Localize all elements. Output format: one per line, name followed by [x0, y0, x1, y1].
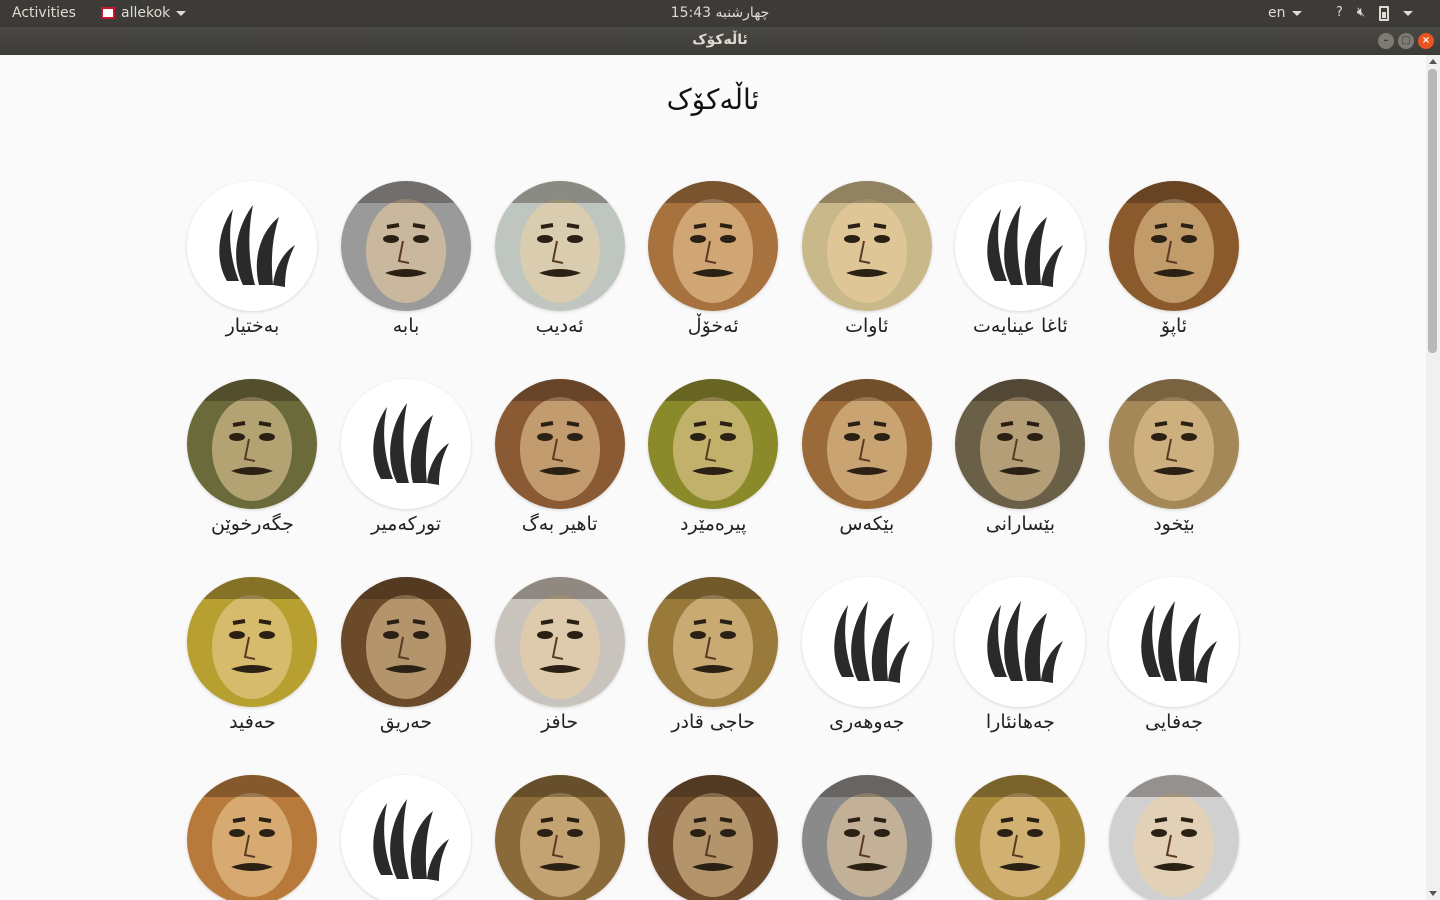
poet-portrait[interactable]: [955, 379, 1086, 509]
poet-name[interactable]: ئەدیب: [475, 315, 645, 337]
window-title: ئاڵەکۆک: [692, 32, 748, 48]
poet-portrait[interactable]: [1109, 379, 1239, 509]
poet-portrait[interactable]: [648, 577, 779, 707]
poet-portrait[interactable]: [648, 775, 779, 900]
main-content: ئاڵەکۆک ئاپۆ ئاغا عینایەت ئاوات ئەخۆڵ ئەدیب ب…: [0, 55, 1426, 900]
help-icon[interactable]: ?: [1336, 5, 1343, 21]
close-button[interactable]: ×: [1418, 33, 1434, 49]
poet-name[interactable]: بابە: [321, 315, 491, 337]
poet-name[interactable]: جەفایی: [1089, 711, 1259, 733]
poet-name[interactable]: جەهانئارا: [935, 711, 1105, 733]
poet-portrait[interactable]: [494, 577, 625, 707]
system-indicators[interactable]: ? 🔇︎: [1336, 5, 1414, 21]
top-panel: Activities allekok چهارشنبه 15:43 en ? 🔇…: [0, 0, 1440, 27]
poet-portrait[interactable]: [187, 775, 318, 900]
poet-portrait[interactable]: [801, 379, 932, 509]
poet-name[interactable]: حافز: [475, 711, 645, 733]
window-controls: – □ ×: [1378, 33, 1434, 49]
poet-portrait[interactable]: [1109, 775, 1239, 900]
poet-name[interactable]: پیرەمێرد: [628, 513, 798, 535]
scrollbar-thumb[interactable]: [1428, 69, 1437, 353]
poet-name[interactable]: بێکەس: [782, 513, 952, 535]
poet-name[interactable]: ئاوات: [782, 315, 952, 337]
vertical-scrollbar[interactable]: [1426, 55, 1440, 900]
page-title: ئاڵەکۆک: [666, 83, 760, 116]
poet-portrait[interactable]: [187, 577, 318, 707]
poet-name[interactable]: ئاپۆ: [1089, 315, 1259, 337]
poet-name[interactable]: جەوهەری: [782, 711, 952, 733]
chevron-down-icon: [1291, 10, 1302, 16]
poet-portrait[interactable]: [955, 775, 1086, 900]
poet-name[interactable]: بەختیار: [167, 315, 337, 337]
allekok-logo-icon[interactable]: [341, 775, 472, 900]
poet-portrait[interactable]: [494, 775, 625, 900]
clock[interactable]: چهارشنبه 15:43: [0, 5, 1440, 21]
poet-portrait[interactable]: [187, 379, 318, 509]
poet-name[interactable]: حەریق: [321, 711, 491, 733]
poet-portrait[interactable]: [494, 181, 625, 311]
allekok-logo-icon[interactable]: [955, 577, 1086, 707]
allekok-logo-icon[interactable]: [801, 577, 932, 707]
allekok-logo-icon[interactable]: [341, 379, 472, 509]
minimize-button[interactable]: –: [1378, 33, 1394, 49]
poet-name[interactable]: تاهیر بەگ: [475, 513, 645, 535]
poet-name[interactable]: حاجی قادر: [628, 711, 798, 733]
poet-name[interactable]: ئاغا عینایەت: [935, 315, 1105, 337]
window-titlebar[interactable]: ئاڵەکۆک – □ ×: [0, 27, 1440, 55]
maximize-button[interactable]: □: [1398, 33, 1414, 49]
poet-name[interactable]: جگەرخوێن: [167, 513, 337, 535]
poet-portrait[interactable]: [801, 181, 932, 311]
poet-portrait[interactable]: [801, 775, 932, 900]
poet-portrait[interactable]: [341, 181, 472, 311]
poet-portrait[interactable]: [1109, 181, 1239, 311]
poet-name[interactable]: حەفید: [167, 711, 337, 733]
language-label: en: [1268, 5, 1286, 21]
scroll-down-icon[interactable]: [1429, 891, 1437, 896]
poet-portrait[interactable]: [648, 181, 779, 311]
poet-portrait[interactable]: [341, 577, 472, 707]
battery-icon[interactable]: [1379, 5, 1390, 21]
poet-name[interactable]: ئەخۆڵ: [628, 315, 798, 337]
poet-name[interactable]: تورکەمیر: [321, 513, 491, 535]
poet-portrait[interactable]: [648, 379, 779, 509]
allekok-logo-icon[interactable]: [1109, 577, 1239, 707]
poet-name[interactable]: بێخود: [1089, 513, 1259, 535]
poet-grid: ئاپۆ ئاغا عینایەت ئاوات ئەخۆڵ ئەدیب بابە بەختی…: [187, 181, 1239, 900]
poet-name[interactable]: بێسارانی: [935, 513, 1105, 535]
poet-portrait[interactable]: [494, 379, 625, 509]
system-menu-chevron-icon[interactable]: [1403, 10, 1414, 16]
language-indicator[interactable]: en: [1268, 5, 1302, 21]
scroll-up-icon[interactable]: [1429, 59, 1437, 64]
allekok-logo-icon[interactable]: [955, 181, 1086, 311]
allekok-logo-icon[interactable]: [187, 181, 318, 311]
volume-muted-icon[interactable]: 🔇︎: [1357, 5, 1365, 21]
